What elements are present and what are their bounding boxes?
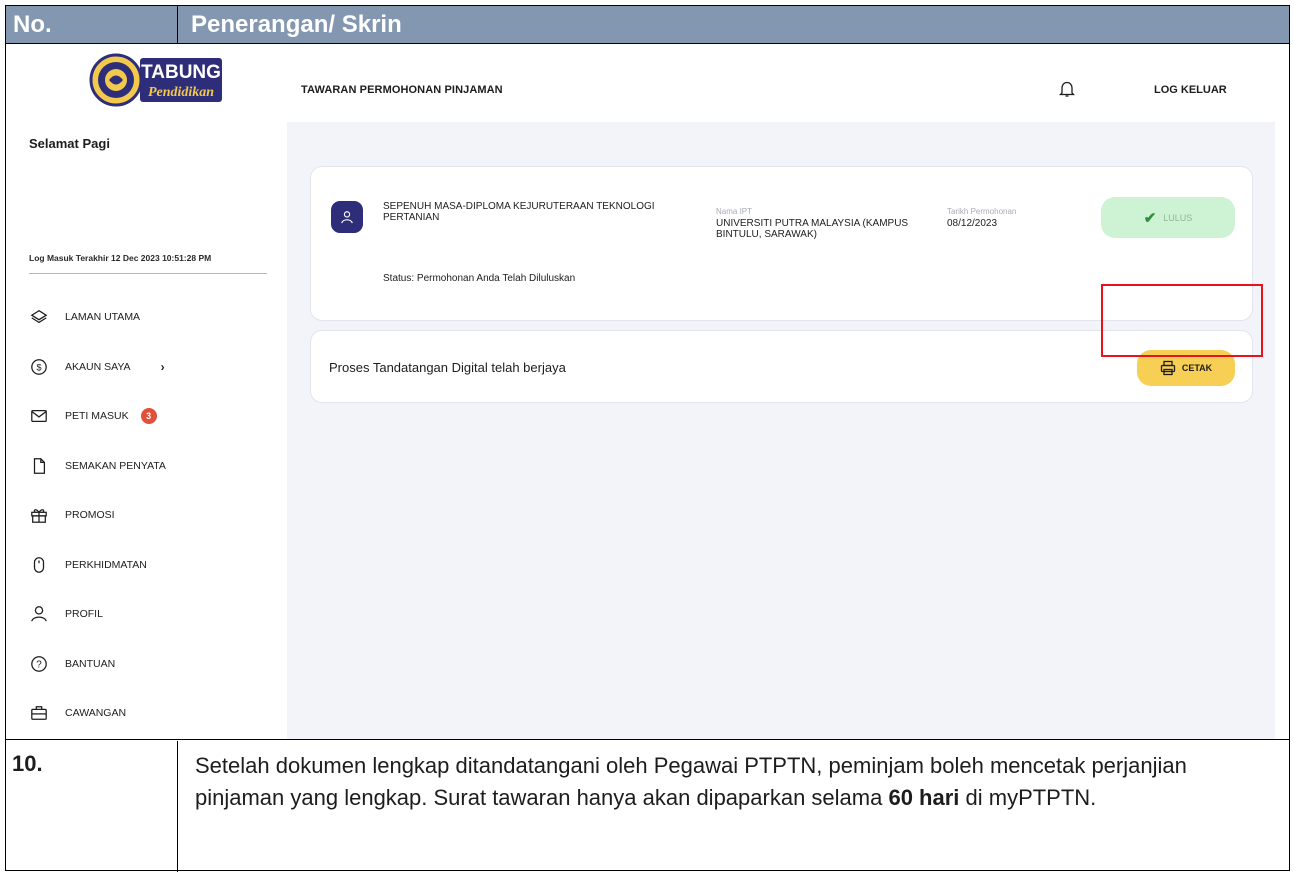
dollar-circle-icon: $	[29, 357, 49, 377]
step-number: 10.	[6, 741, 178, 872]
mouse-icon	[29, 555, 49, 575]
main-content: SEPENUH MASA-DIPLOMA KEJURUTERAAN TEKNOL…	[287, 122, 1275, 739]
step-text-bold: 60 hari	[888, 785, 960, 810]
lulus-label: LULUS	[1163, 212, 1193, 223]
logout-link[interactable]: LOG KELUAR	[1154, 84, 1227, 96]
sidebar-item-perkhidmatan[interactable]: PERKHIDMATAN	[29, 552, 147, 578]
tabung-pendidikan-logo[interactable]: TABUNG Pendidikan	[88, 52, 224, 108]
mail-icon	[29, 406, 49, 426]
status-text: Status: Permohonan Anda Telah Diluluskan	[383, 273, 576, 284]
date-value: 08/12/2023	[947, 218, 998, 229]
sidebar-item-label: LAMAN UTAMA	[65, 311, 141, 323]
printer-icon	[1160, 360, 1175, 376]
sidebar-item-profil[interactable]: PROFIL	[29, 601, 103, 627]
sidebar-item-label: PETI MASUK	[65, 410, 129, 422]
sidebar-item-cawangan[interactable]: CAWANGAN	[29, 700, 126, 726]
sidebar-item-label: PROFIL	[65, 608, 103, 620]
svg-text:$: $	[36, 363, 41, 373]
divider	[29, 273, 267, 274]
check-icon: ✔	[1143, 209, 1157, 227]
document-table: No. Penerangan/ Skrin TABUNG Pendidikan …	[5, 5, 1290, 872]
user-icon	[29, 604, 49, 624]
sidebar-item-bantuan[interactable]: ? BANTUAN	[29, 651, 115, 677]
print-label: CETAK	[1181, 363, 1213, 373]
last-login-time: Log Masuk Terakhir 12 Dec 2023 10:51:28 …	[29, 253, 212, 263]
svg-text:Pendidikan: Pendidikan	[148, 85, 214, 100]
svg-text:TABUNG: TABUNG	[141, 62, 221, 83]
greeting: Selamat Pagi	[29, 136, 110, 151]
sidebar-item-peti-masuk[interactable]: PETI MASUK 3	[29, 403, 157, 429]
sidebar-item-label: PERKHIDMATAN	[65, 559, 147, 571]
sidebar-item-label: SEMAKAN PENYATA	[65, 460, 166, 472]
sidebar-item-label: AKAUN SAYA	[65, 361, 131, 373]
signature-message: Proses Tandatangan Digital telah berjaya	[329, 360, 566, 375]
avatar	[331, 201, 363, 233]
program-name: SEPENUH MASA-DIPLOMA KEJURUTERAAN TEKNOL…	[383, 201, 655, 223]
chevron-right-icon[interactable]: ›	[161, 360, 165, 374]
header-description: Penerangan/ Skrin	[191, 11, 402, 38]
step-row: 10. Setelah dokumen lengkap ditandatanga…	[6, 741, 1289, 872]
sidebar: TABUNG Pendidikan Selamat Pagi Log Masuk…	[6, 44, 287, 739]
sidebar-item-label: CAWANGAN	[65, 707, 127, 719]
document-icon	[29, 456, 49, 476]
sidebar-item-semakan-penyata[interactable]: SEMAKAN PENYATA	[29, 453, 166, 479]
ipt-label: Nama IPT	[716, 207, 753, 216]
ipt-value: UNIVERSITI PUTRA MALAYSIA (KAMPUS BINTUL…	[716, 218, 909, 240]
lulus-status-button[interactable]: ✔ LULUS	[1101, 197, 1235, 238]
unread-count-badge: 3	[140, 408, 157, 424]
sidebar-item-label: BANTUAN	[65, 658, 116, 670]
header-no: No.	[6, 6, 178, 43]
layers-icon	[29, 307, 49, 327]
table-header: No. Penerangan/ Skrin	[6, 6, 1289, 44]
briefcase-icon	[29, 703, 49, 723]
help-circle-icon: ?	[29, 654, 49, 674]
gift-icon	[29, 505, 49, 525]
print-button-highlight	[1101, 284, 1263, 357]
step-description: Setelah dokumen lengkap ditandatangani o…	[178, 741, 1289, 872]
sidebar-item-laman-utama[interactable]: LAMAN UTAMA	[29, 304, 140, 330]
sidebar-item-label: PROMOSI	[65, 509, 115, 521]
screenshot-cell: TABUNG Pendidikan Selamat Pagi Log Masuk…	[6, 44, 1289, 740]
date-label: Tarikh Permohonan	[947, 207, 1017, 216]
page-title: TAWARAN PERMOHONAN PINJAMAN	[301, 84, 503, 96]
bell-icon[interactable]	[1058, 80, 1076, 98]
sidebar-item-promosi[interactable]: PROMOSI	[29, 502, 115, 528]
svg-text:?: ?	[36, 660, 42, 671]
sidebar-item-akaun-saya[interactable]: $ AKAUN SAYA ›	[29, 354, 165, 380]
step-text-2: di myPTPTN.	[959, 785, 1097, 810]
